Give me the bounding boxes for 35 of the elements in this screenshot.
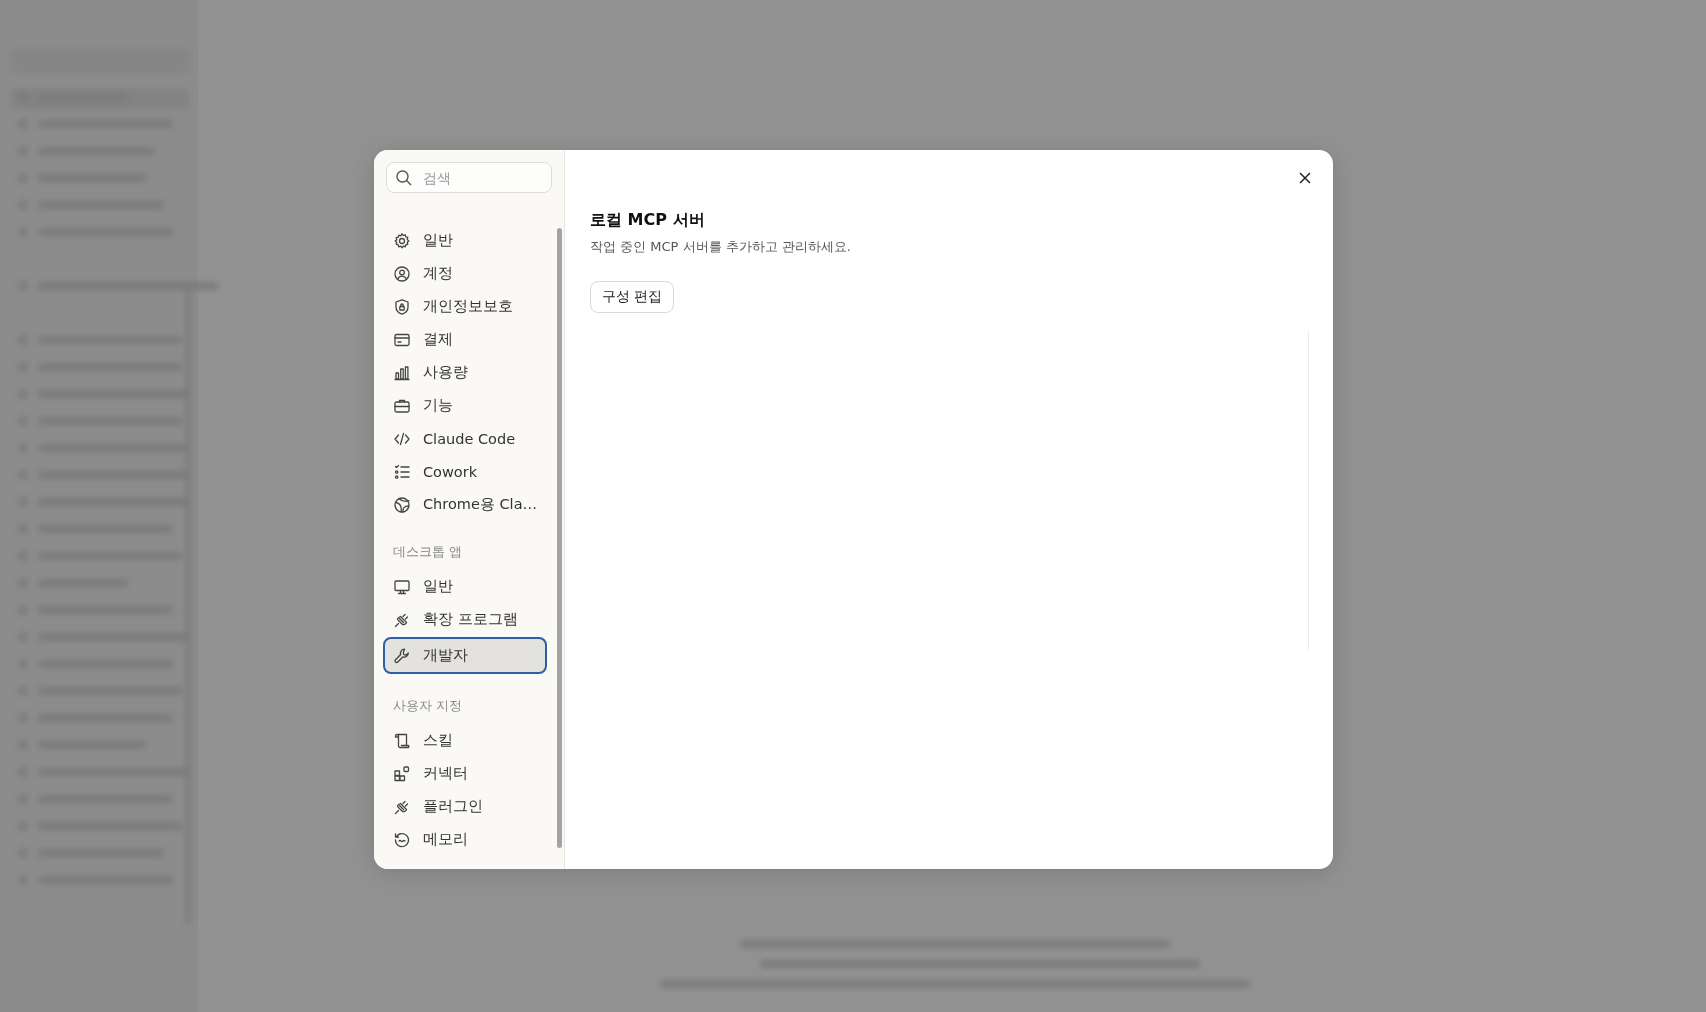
bar-chart-icon — [393, 363, 411, 382]
checklist-icon — [393, 462, 411, 481]
nav-item[interactable]: 스킬 — [383, 724, 548, 757]
section-description: 작업 중인 MCP 서버를 추가하고 관리하세요. — [590, 238, 851, 256]
scrollbar-thumb[interactable] — [557, 228, 562, 848]
nav-item[interactable]: 사용량 — [383, 356, 548, 389]
nav-item[interactable]: Chrome용 Cla… — [383, 488, 548, 521]
close-icon[interactable] — [1298, 171, 1312, 185]
blocks-icon — [393, 764, 411, 783]
section-heading: 데스크톱 앱 — [392, 543, 463, 561]
person-icon — [393, 264, 411, 283]
section-title: 로컬 MCP 서버 — [590, 210, 705, 231]
nav-item[interactable]: 플러그인 — [383, 790, 548, 823]
section-heading: 사용자 지정 — [392, 697, 463, 715]
nav-item[interactable]: Cowork — [383, 455, 548, 488]
nav-item[interactable]: 기능 — [383, 389, 548, 422]
nav-item[interactable]: 개인정보보호 — [383, 290, 548, 323]
nav-item[interactable]: Claude Code — [383, 422, 548, 455]
nav-item[interactable]: 커넥터 — [383, 757, 548, 790]
nav-item[interactable]: 결제 — [383, 323, 548, 356]
scroll-icon — [393, 731, 411, 750]
nav-item[interactable]: 일반 — [383, 570, 548, 603]
edit-config-button[interactable]: 구성 편집 — [590, 281, 675, 313]
memory-icon — [393, 830, 411, 849]
nav-item[interactable]: 메모리 — [383, 823, 548, 856]
nav-item[interactable]: 확장 프로그램 — [383, 603, 548, 636]
search-field[interactable]: 검색 — [386, 162, 552, 193]
globe-icon — [393, 495, 411, 514]
shield-icon — [393, 297, 411, 316]
nav-item[interactable]: 일반 — [383, 224, 548, 257]
monitor-icon — [393, 577, 411, 596]
gear-icon — [393, 231, 411, 250]
nav-item[interactable]: 계정 — [383, 257, 548, 290]
wrench-icon — [393, 646, 411, 665]
nav-item[interactable]: 개발자 — [383, 637, 548, 674]
